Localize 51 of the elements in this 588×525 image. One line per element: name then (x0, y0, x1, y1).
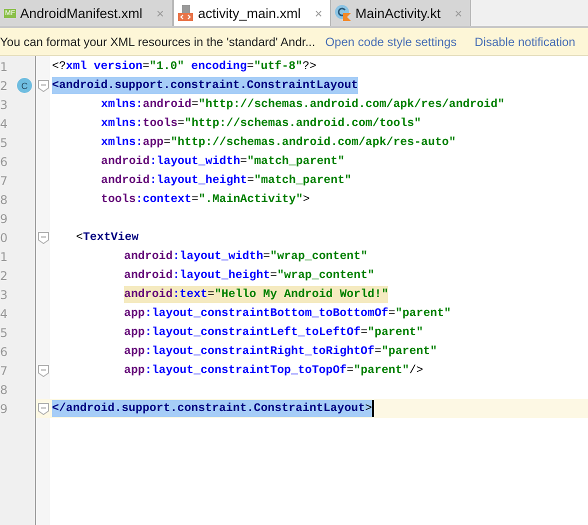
class-badge: C (17, 78, 32, 93)
fold-marker-icon[interactable] (38, 402, 49, 414)
code-line: app:layout_constraintBottom_toBottomOf="parent" (124, 306, 452, 322)
line-number: 5 (0, 326, 9, 340)
code-editor[interactable] (0, 56, 588, 525)
notification-message: You can format your XML resources in the 'standard' Andr... (0, 34, 316, 48)
tab-label: MainActivity.kt (355, 6, 441, 20)
line-number: 7 (0, 364, 9, 378)
code-line: android:layout_width="match_parent" (101, 154, 345, 170)
line-number: 7 (0, 174, 9, 188)
fold-marker-icon[interactable] (38, 364, 49, 376)
fold-marker-icon[interactable] (38, 80, 49, 92)
line-number: 3 (0, 98, 9, 112)
notification-link[interactable]: Disable notification (474, 34, 576, 48)
code-line: xmlns:tools="http://schemas.android.com/tools" (101, 116, 422, 132)
code-line: app:layout_constraintRight_toRightOf="parent" (124, 344, 438, 360)
text-caret (372, 400, 374, 417)
code-line: app:layout_constraintTop_toTopOf="parent"/> (124, 363, 424, 379)
tab-label: AndroidManifest.xml (20, 6, 142, 20)
line-number: 4 (0, 306, 9, 320)
line-number: 6 (0, 344, 9, 358)
code-line: android:layout_width="wrap_content" (124, 249, 368, 265)
editor-tab[interactable]: MainActivity.kt × (331, 0, 472, 26)
line-number: 8 (0, 382, 9, 396)
line-number: 4 (0, 116, 9, 130)
close-icon[interactable]: × (314, 6, 322, 20)
notification-link[interactable]: Open code style settings (325, 34, 457, 48)
kotlin-class-icon (335, 5, 352, 21)
line-number: 1 (0, 250, 9, 264)
line-number: 8 (0, 192, 9, 206)
line-number: 5 (0, 136, 9, 150)
line-number: 1 (0, 60, 9, 74)
code-line: <?xml version="1.0" encoding="utf-8"?> (52, 59, 316, 75)
line-number: 9 (0, 402, 9, 416)
fold-marker-icon[interactable] (38, 232, 49, 244)
xml-file-icon (178, 5, 194, 21)
tab-label: activity_main.xml (198, 6, 301, 20)
line-number: 6 (0, 154, 9, 168)
code-line: tools:context=".MainActivity"> (101, 192, 310, 208)
line-number: 9 (0, 212, 9, 226)
code-line: <TextView (76, 230, 139, 246)
editor-tab[interactable]: activity_main.xml × (173, 0, 332, 26)
line-number: 3 (0, 288, 9, 302)
code-line: xmlns:android="http://schemas.android.com/apk/res/android" (101, 97, 505, 113)
line-number: 2 (0, 78, 9, 92)
code-line: xmlns:app="http://schemas.android.com/apk/res-auto" (101, 135, 456, 151)
line-number: 0 (0, 230, 9, 244)
code-line: android:layout_height="match_parent" (101, 173, 352, 189)
code-line: android:layout_height="wrap_content" (124, 268, 374, 284)
line-number: 2 (0, 268, 9, 282)
code-line: app:layout_constraintLeft_toLeftOf="parent" (124, 325, 424, 341)
